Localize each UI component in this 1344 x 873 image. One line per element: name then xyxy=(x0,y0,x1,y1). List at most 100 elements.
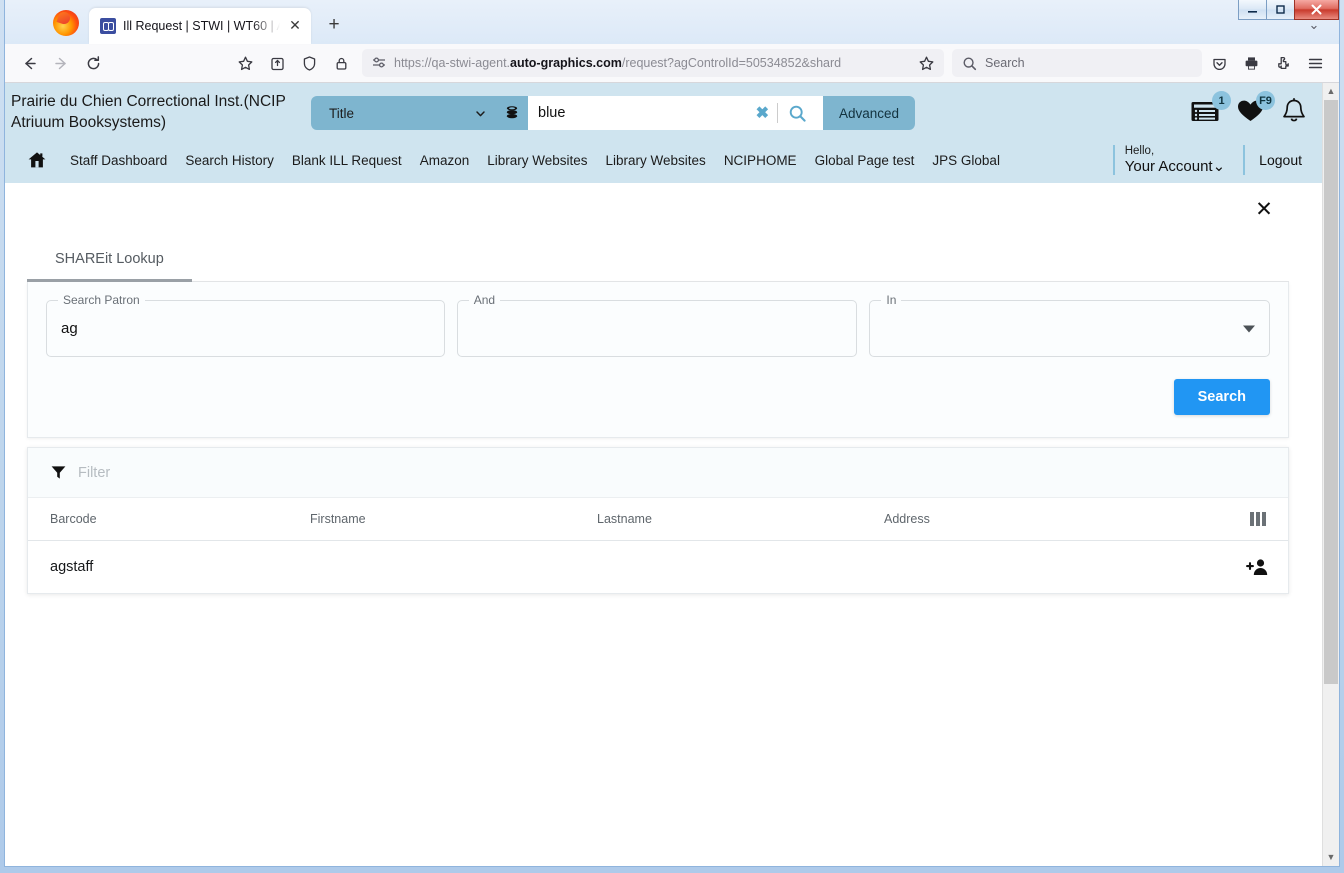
search-patron-label: Search Patron xyxy=(58,293,145,308)
favorites-badge: F9 xyxy=(1256,91,1275,110)
search-scope-select[interactable]: Title xyxy=(311,96,496,130)
url-bar[interactable]: https://qa-stwi-agent.auto-graphics.com/… xyxy=(362,49,944,77)
and-label: And xyxy=(468,293,501,308)
logout-link[interactable]: Logout xyxy=(1243,145,1308,176)
clear-search-icon[interactable]: ✖ xyxy=(748,103,777,123)
account-greeting: Hello, xyxy=(1124,145,1155,157)
nav-link-search-history[interactable]: Search History xyxy=(176,153,283,168)
tab-close-icon[interactable]: ✕ xyxy=(287,18,303,34)
browser-search-input[interactable]: Search xyxy=(952,49,1202,77)
column-chooser-icon[interactable] xyxy=(1250,512,1270,527)
search-patron-field[interactable]: Search Patron ag xyxy=(46,293,445,358)
tab-title: Ill Request | STWI | WT60 | Auto- xyxy=(123,19,280,33)
browser-tabstrip: Ill Request | STWI | WT60 | Auto- ✕ + ⌄ xyxy=(5,0,1339,44)
column-header-barcode[interactable]: Barcode xyxy=(39,512,299,526)
app-header: Prairie du Chien Correctional Inst.(NCIP… xyxy=(5,83,1322,184)
nav-link-nciphome[interactable]: NCIPHOME xyxy=(715,153,806,168)
favorites-heart-icon[interactable]: F9 xyxy=(1236,91,1275,129)
column-header-firstname[interactable]: Firstname xyxy=(299,512,586,526)
hamburger-menu-icon xyxy=(1308,58,1322,68)
home-icon[interactable] xyxy=(27,150,47,170)
back-arrow-icon xyxy=(24,57,36,69)
chevron-down-icon: ▼ xyxy=(1326,852,1336,862)
browser-window: Ill Request | STWI | WT60 | Auto- ✕ + ⌄ xyxy=(4,0,1340,867)
printer-icon xyxy=(1245,56,1257,70)
column-header-lastname[interactable]: Lastname xyxy=(586,512,873,526)
print-button[interactable] xyxy=(1236,48,1266,78)
extensions-button[interactable] xyxy=(1268,48,1298,78)
site-permissions-icon xyxy=(373,57,385,68)
close-icon xyxy=(1311,4,1322,15)
browser-tab[interactable]: Ill Request | STWI | WT60 | Auto- ✕ xyxy=(89,8,311,44)
save-to-pocket-button[interactable] xyxy=(262,48,292,78)
results-table-header: Barcode Firstname Lastname Address xyxy=(28,498,1288,542)
nav-link-blank-ill-request[interactable]: Blank ILL Request xyxy=(283,153,411,168)
add-patron-icon[interactable] xyxy=(1246,557,1270,577)
pocket-button[interactable] xyxy=(1204,48,1234,78)
bell-icon xyxy=(1283,97,1305,122)
nav-link-staff-dashboard[interactable]: Staff Dashboard xyxy=(61,153,176,168)
add-person-icon xyxy=(1246,559,1268,576)
nav-link-library-websites-1[interactable]: Library Websites xyxy=(478,153,596,168)
submit-search-icon[interactable] xyxy=(778,104,817,123)
filter-placeholder: Filter xyxy=(78,464,111,481)
window-minimize-button[interactable] xyxy=(1238,0,1267,20)
filter-input[interactable]: Filter xyxy=(28,448,1288,499)
chevron-down-icon xyxy=(1243,325,1256,333)
notifications-bell-icon[interactable] xyxy=(1280,97,1308,130)
tracking-protection-shield-button[interactable] xyxy=(294,48,324,78)
database-select-button[interactable] xyxy=(496,96,528,130)
close-icon[interactable]: ✕ xyxy=(1252,197,1276,221)
reload-button[interactable] xyxy=(78,48,108,78)
site-security-lock-button[interactable] xyxy=(326,48,356,78)
tab-shareit-lookup[interactable]: SHAREit Lookup xyxy=(27,238,192,283)
column-header-address[interactable]: Address xyxy=(873,512,1250,526)
advanced-search-button[interactable]: Advanced xyxy=(823,96,916,130)
bookmark-star-button[interactable] xyxy=(230,48,260,78)
shield-icon xyxy=(303,55,315,71)
filter-funnel-icon xyxy=(51,466,66,480)
web-page: Prairie du Chien Correctional Inst.(NCIP… xyxy=(5,83,1322,866)
app-menu-button[interactable] xyxy=(1300,48,1330,78)
page-scrollbar[interactable]: ▲ ▼ xyxy=(1322,83,1339,866)
nav-link-amazon[interactable]: Amazon xyxy=(411,153,479,168)
chevron-down-icon xyxy=(476,110,485,116)
search-button[interactable]: Search xyxy=(1173,379,1270,416)
in-select-field[interactable]: In xyxy=(869,293,1271,358)
lookup-form-fields: Search Patron ag And In xyxy=(28,282,1288,358)
lookup-form-card: Search Patron ag And In Search xyxy=(27,282,1289,439)
header-icon-group: 1 F9 xyxy=(1190,91,1308,130)
tab-favicon-icon xyxy=(100,18,116,34)
new-tab-button[interactable]: + xyxy=(319,10,349,40)
search-patron-value: ag xyxy=(61,320,78,338)
nav-link-library-websites-2[interactable]: Library Websites xyxy=(597,153,715,168)
lookup-form-actions: Search xyxy=(28,357,1288,437)
account-name: Your Account⌄ xyxy=(1124,158,1226,176)
requests-list-icon[interactable]: 1 xyxy=(1190,91,1231,129)
scrollbar-track[interactable] xyxy=(1323,100,1339,849)
minimize-icon xyxy=(1248,11,1257,13)
and-field[interactable]: And xyxy=(456,293,858,358)
browser-search-placeholder: Search xyxy=(985,56,1025,70)
requests-count-badge: 1 xyxy=(1212,91,1231,110)
close-panel-row: ✕ xyxy=(5,183,1322,221)
account-menu[interactable]: Hello, Your Account⌄ xyxy=(1112,145,1243,176)
table-row[interactable]: agstaff xyxy=(28,541,1288,594)
search-query-value: blue xyxy=(538,105,566,121)
forward-button[interactable] xyxy=(46,48,76,78)
save-page-icon xyxy=(270,57,284,70)
scrollbar-thumb[interactable] xyxy=(1324,100,1338,685)
pocket-icon xyxy=(1212,58,1226,70)
puzzle-piece-icon xyxy=(1277,56,1289,69)
url-bookmark-star-icon xyxy=(919,56,934,70)
window-close-button[interactable] xyxy=(1294,0,1339,20)
house-icon xyxy=(28,152,46,168)
search-query-input[interactable]: blue ✖ xyxy=(528,96,823,130)
nav-link-jps-global[interactable]: JPS Global xyxy=(923,153,1009,168)
nav-link-global-page-test[interactable]: Global Page test xyxy=(806,153,924,168)
back-button[interactable] xyxy=(14,48,44,78)
scroll-up-button[interactable]: ▲ xyxy=(1323,83,1339,100)
window-maximize-button[interactable] xyxy=(1266,0,1295,20)
scroll-down-button[interactable]: ▼ xyxy=(1323,849,1339,866)
search-scope-value: Title xyxy=(329,105,355,121)
